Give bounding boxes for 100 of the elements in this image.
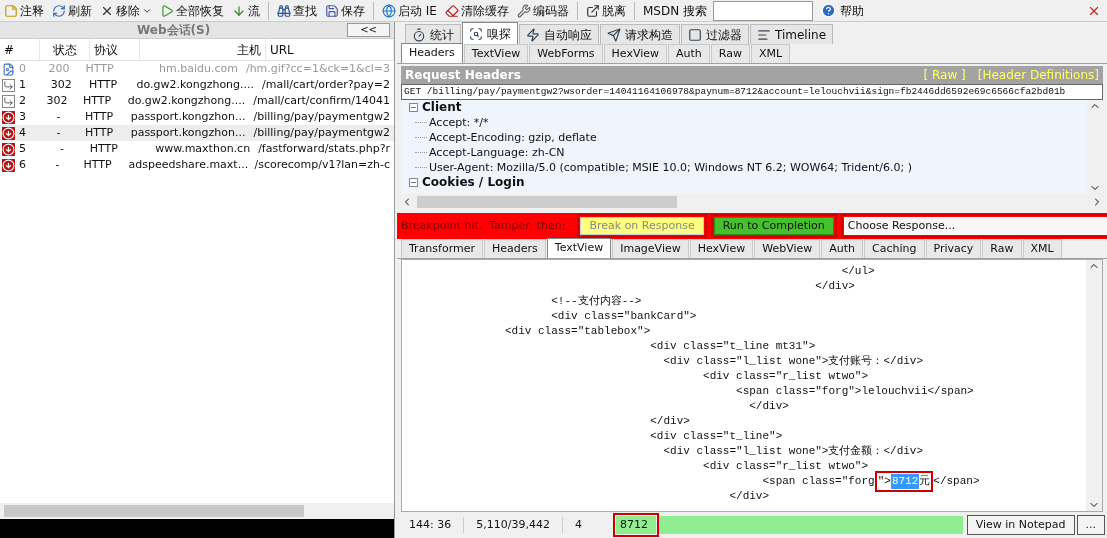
wrench-icon — [516, 3, 531, 18]
toolbar-button[interactable]: 查找 — [275, 1, 319, 20]
column-header[interactable]: 主机 — [140, 39, 266, 60]
tab[interactable]: Raw — [982, 239, 1022, 258]
pane-title: Web会话(S) — [136, 22, 212, 39]
vertical-scrollbar[interactable] — [1086, 260, 1102, 511]
code-text: "> — [877, 474, 891, 489]
tab[interactable]: Privacy — [925, 239, 982, 258]
tab[interactable]: Headers — [401, 43, 463, 63]
cursor-position: 144: 36 — [397, 516, 465, 534]
tab[interactable]: Auth — [668, 44, 710, 63]
toolbar-button[interactable]: 脱离 — [583, 1, 628, 20]
column-header[interactable]: 状态 — [40, 39, 90, 60]
tab[interactable]: 过滤器 — [681, 24, 749, 44]
code-line: <div class="t_line mt31"> — [649, 339, 817, 354]
tab[interactable]: TextView — [463, 44, 529, 63]
tab[interactable]: 统计 — [405, 24, 461, 44]
tree-group[interactable]: Client — [422, 100, 462, 115]
collapse-button[interactable]: << — [347, 23, 390, 37]
header-entry[interactable]: Accept: */* — [429, 115, 489, 130]
note-icon — [4, 3, 18, 18]
toolbar-button[interactable]: 保存 — [323, 1, 367, 20]
tab[interactable]: WebForms — [529, 44, 603, 63]
tab[interactable]: 自动响应 — [519, 24, 599, 44]
session-row[interactable]: 1 302 HTTP do.gw2.kongzhong.... /mall/cart/order?pay=2 — [0, 77, 394, 93]
table-cell-text: 2 — [19, 92, 26, 109]
column-header[interactable]: URL — [266, 39, 394, 60]
tab[interactable]: Auth — [821, 239, 864, 258]
tab[interactable]: 嗅探 — [462, 22, 518, 44]
table-cell-text: - — [59, 140, 65, 157]
table-cell-text: 6 — [19, 156, 26, 173]
session-row[interactable]: 6 - HTTP adspeedshare.maxt... /scorecomp/v1?lan=zh-c — [0, 157, 394, 173]
session-row[interactable]: 3 - HTTP passport.kongzhon... /billing/pay/paymentgw2 — [0, 109, 394, 125]
search-field[interactable] — [712, 0, 813, 21]
table-cell-text: HTTP — [82, 156, 113, 173]
run-to-completion-button[interactable]: Run to Completion — [713, 217, 834, 235]
tab[interactable]: TextView — [546, 238, 612, 258]
code-line: <div class="l_list wone">支付账号：</div> — [662, 354, 925, 369]
tab[interactable]: Transformer — [401, 239, 483, 258]
binoculars-icon — [277, 3, 291, 18]
table-cell-text: /hm.gif?cc=1&ck=1&cl=3 — [244, 60, 391, 77]
send-icon — [607, 27, 621, 42]
tree-toggle[interactable] — [409, 103, 418, 112]
table-cell-text: 302 — [45, 92, 69, 109]
table-cell-text: /billing/pay/paymentgw2 — [252, 124, 391, 141]
header-entry[interactable]: Accept-Encoding: gzip, deflate — [429, 130, 597, 145]
tab[interactable]: XML — [1022, 239, 1062, 258]
quickexec-field[interactable]: 8712 — [615, 516, 656, 534]
toolbar-button[interactable]: 清除缓存 — [442, 1, 511, 20]
eraser-icon — [444, 3, 459, 18]
code-text: <span class="forg — [761, 474, 875, 489]
header-entry[interactable]: Accept-Language: zh-CN — [429, 145, 565, 160]
toolbar-button[interactable]: 编码器 — [514, 1, 571, 20]
more-button[interactable]: ... — [1076, 515, 1105, 535]
play-icon — [160, 3, 174, 18]
column-header[interactable]: # — [0, 39, 40, 60]
toolbar-button[interactable]: 移除 — [98, 1, 154, 20]
toolbar-button[interactable]: 刷新 — [50, 1, 94, 20]
toolbar-button[interactable]: 注释 — [2, 1, 46, 20]
table-cell-text: HTTP — [81, 92, 113, 109]
session-row[interactable]: 5 - HTTP www.maxthon.cn /fastforward/stats.php?r — [0, 141, 394, 157]
tab[interactable]: Raw — [710, 44, 750, 63]
tab[interactable]: ImageView — [612, 239, 689, 258]
tab[interactable]: XML — [751, 44, 791, 63]
session-row[interactable]: 2 302 HTTP do.gw2.kongzhong.... /mall/cart/confirm/14041 — [0, 93, 394, 109]
tab[interactable]: WebView — [754, 239, 821, 258]
tab[interactable]: Headers — [484, 239, 546, 258]
table-cell-text: 1 — [19, 76, 26, 93]
table-cell-text: /scorecomp/v1?lan=zh-c — [253, 156, 391, 173]
tree-toggle[interactable] — [409, 178, 418, 187]
help-button[interactable]: 帮助 — [820, 1, 864, 20]
tree-group[interactable]: Cookies / Login — [422, 175, 525, 190]
toolbar-button[interactable]: 启动 IE — [380, 1, 439, 20]
minus-icon — [410, 179, 417, 186]
column-header[interactable]: 协议 — [90, 39, 140, 60]
view-in-notepad-button[interactable]: View in Notepad — [966, 515, 1075, 535]
break-on-response-button[interactable]: Break on Response — [580, 217, 704, 235]
toolbar-button[interactable]: 流 — [230, 1, 262, 20]
code-line: <div class="t_line"> — [649, 429, 784, 444]
tab[interactable]: HexView — [689, 239, 754, 258]
table-cell-text: HTTP — [83, 108, 115, 125]
horizontal-scrollbar[interactable] — [0, 503, 394, 519]
code-line: <span class="forg">lelouchvii</span> — [735, 384, 975, 399]
toolbar-button[interactable]: 全部恢复 — [158, 1, 226, 20]
response-dropdown[interactable]: Choose Response... — [843, 217, 1107, 235]
code-text: </span> — [933, 474, 980, 489]
tab[interactable]: Caching — [864, 239, 925, 258]
tab[interactable]: 请求构造 — [600, 24, 680, 44]
tab[interactable]: HexView — [603, 44, 668, 63]
session-row[interactable]: 4 - HTTP passport.kongzhon... /billing/pay/paymentgw2 — [0, 125, 394, 141]
code-line: <div class="r_list wtwo"> — [702, 369, 870, 384]
minus-icon — [410, 104, 417, 111]
table-cell-text: passport.kongzhon... — [129, 108, 247, 125]
header-entry[interactable]: User-Agent: Mozilla/5.0 (compatible; MSIE 10.0; Windows NT 6.2; WOW64; Trident/6.0; ) — [429, 160, 912, 175]
code-text: 元 — [919, 474, 931, 489]
selected-code-text: 8712 — [890, 474, 920, 489]
tab[interactable]: Timeline — [750, 24, 834, 44]
table-cell-text: - — [55, 108, 62, 125]
code-line: </div> — [748, 399, 790, 414]
table-cell-text: www.maxthon.cn — [154, 140, 252, 157]
